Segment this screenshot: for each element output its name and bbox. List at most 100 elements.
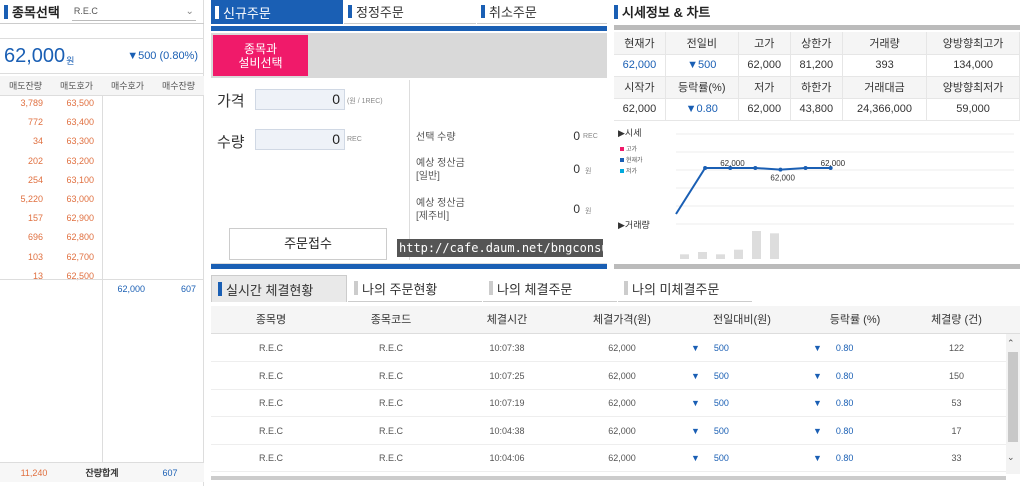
- est-settlement-jeju-label: 예상 정산금: [416, 198, 465, 209]
- header-sell-qty: 매도잔량: [8, 81, 43, 91]
- tab-my-unfilled-orders[interactable]: 나의 미체결주문: [618, 275, 752, 302]
- quote-trade-amount: 24,366,000: [842, 98, 928, 121]
- data-point: [778, 167, 783, 172]
- empty-cell: [102, 113, 153, 132]
- buy-qty: 607: [180, 284, 196, 294]
- table-row[interactable]: R.E.C R.E.C 10:04:38 62,000 ▼ 500 ▼ 0.80 17: [211, 418, 1006, 445]
- sell-qty: 5,220: [20, 194, 43, 204]
- divider: [102, 96, 103, 462]
- quote-head: 양방향최고가: [926, 32, 1020, 55]
- volume-bar: [752, 231, 761, 259]
- empty-cell: [153, 209, 204, 228]
- table-row[interactable]: R.E.C R.E.C 10:04:06 62,000 ▼ 500 ▼ 0.80 33: [211, 445, 1006, 472]
- tab-label: 실시간 체결현황: [226, 282, 314, 298]
- tab-my-filled-orders[interactable]: 나의 체결주문: [483, 275, 617, 302]
- sell-price: 63,400: [66, 117, 94, 128]
- divider: [211, 26, 607, 31]
- down-triangle-icon: ▼: [691, 425, 700, 436]
- tab-label: 취소주문: [489, 5, 537, 20]
- volume-bar: [698, 252, 707, 259]
- tab-label: 정정주문: [356, 5, 404, 20]
- series-line-current-price: [675, 167, 831, 215]
- down-triangle-icon: ▼: [691, 453, 700, 463]
- volume-bar: [680, 254, 689, 259]
- trade-code: R.E.C: [378, 370, 403, 381]
- tab-realtime-trades[interactable]: 실시간 체결현황: [211, 275, 347, 302]
- trades-table-header: 종목명 종목코드 체결시간 체결가격(원) 전일대비(원) 등락률 (%) 체결량 (건): [211, 306, 1020, 334]
- est-settlement-general-unit: 원: [585, 168, 592, 175]
- facility-select-button[interactable]: 종목과 설비선택: [213, 35, 308, 76]
- tab-my-orders[interactable]: 나의 주문현황: [348, 275, 482, 302]
- volume-bar: [770, 233, 779, 259]
- trade-time: 10:07:19: [489, 398, 525, 408]
- quote-head: 하한가: [790, 76, 843, 99]
- tab-new-order[interactable]: 신규주문: [211, 0, 343, 24]
- trades-col-header: 전일대비(원): [713, 314, 771, 326]
- est-settlement-general-sublabel: [일반]: [416, 171, 440, 182]
- trades-col-header: 종목명: [255, 314, 287, 326]
- quote-open: 62,000: [614, 98, 666, 121]
- point-label: 62,000: [821, 159, 846, 168]
- sell-price: 63,200: [66, 155, 94, 166]
- table-row[interactable]: R.E.C R.E.C 10:07:25 62,000 ▼ 500 ▼ 0.80 150: [211, 363, 1006, 390]
- trade-volume: 17: [951, 425, 962, 436]
- trade-volume: 33: [951, 453, 962, 463]
- section-marker: [4, 4, 8, 19]
- chart-section-price-label: ▶시세: [618, 128, 641, 138]
- trade-rate: 0.80: [835, 453, 854, 463]
- empty-cell: [153, 248, 204, 267]
- trades-hscrollbar[interactable]: [211, 476, 1006, 480]
- trades-scrollbar-thumb[interactable]: [1008, 352, 1018, 442]
- trade-diff: 500: [713, 453, 729, 463]
- tab-label: 신규주문: [223, 5, 271, 21]
- legend-swatch-current: [620, 158, 624, 162]
- total-sell-qty: 11,240: [20, 468, 48, 478]
- divider: [614, 264, 1020, 269]
- trade-time: 10:07:25: [489, 370, 525, 381]
- chevron-up-icon[interactable]: ⌃: [1007, 338, 1015, 349]
- chart-grid: [676, 133, 1014, 225]
- empty-cell: [153, 190, 204, 209]
- stock-select-value: R.E.C: [73, 6, 98, 16]
- quote-upper-limit: 81,200: [790, 54, 843, 77]
- volume-bar: [734, 249, 743, 259]
- trade-code: R.E.C: [378, 453, 403, 463]
- down-triangle-icon: ▼: [691, 398, 700, 408]
- down-triangle-icon: ▼: [813, 453, 822, 463]
- sell-price: 63,100: [66, 174, 94, 185]
- total-buy-qty: 607: [162, 468, 178, 478]
- quote-head: 전일비: [665, 32, 739, 55]
- qty-input[interactable]: 0: [255, 129, 345, 150]
- trade-rate: 0.80: [835, 425, 854, 436]
- price-input[interactable]: 0: [255, 89, 345, 110]
- quote-head: 거래대금: [842, 76, 928, 99]
- divider: [614, 25, 1020, 30]
- orderbook-header: 매도잔량 매도호가 매수호가 매수잔량: [0, 76, 204, 96]
- tab-marker: [218, 282, 222, 296]
- total-label: 잔량합계: [85, 468, 119, 478]
- tab-cancel-order[interactable]: 취소주문: [477, 0, 607, 24]
- table-row[interactable]: R.E.C R.E.C 10:07:19 62,000 ▼ 500 ▼ 0.80 53: [211, 390, 1006, 417]
- price-chart: ▶시세 고가 현재가 저가 ▶거래량 62,000 62,000 62,000: [618, 128, 1014, 259]
- est-settlement-jeju-unit: 원: [585, 208, 592, 215]
- est-settlement-jeju-sublabel: [제주비]: [416, 211, 450, 222]
- quote-change-rate: ▼0.80: [665, 98, 739, 121]
- point-label: 62,000: [720, 159, 745, 168]
- trades-col-header: 체결량 (건): [931, 314, 982, 326]
- chevron-down-icon[interactable]: ⌄: [1007, 452, 1015, 463]
- data-point: [753, 166, 758, 170]
- stock-select-dropdown[interactable]: R.E.C ⌄: [71, 3, 196, 21]
- volume-bar: [716, 254, 725, 259]
- submit-order-button[interactable]: 주문접수: [229, 228, 387, 260]
- down-triangle-icon: ▼: [813, 370, 822, 381]
- trades-col-header: 종목코드: [370, 314, 412, 326]
- est-settlement-jeju-value: 0: [573, 202, 580, 216]
- sell-price: 63,500: [66, 98, 94, 108]
- tab-modify-order[interactable]: 정정주문: [344, 0, 476, 24]
- table-row[interactable]: R.E.C R.E.C 10:07:38 62,000 ▼ 500 ▼ 0.80 122: [211, 335, 1006, 362]
- sell-price: 62,900: [66, 213, 94, 224]
- empty-cell: [153, 228, 204, 247]
- trades-col-header: 체결시간: [486, 314, 528, 326]
- quote-head: 양방향최저가: [926, 76, 1020, 99]
- quote-head: 저가: [738, 76, 791, 99]
